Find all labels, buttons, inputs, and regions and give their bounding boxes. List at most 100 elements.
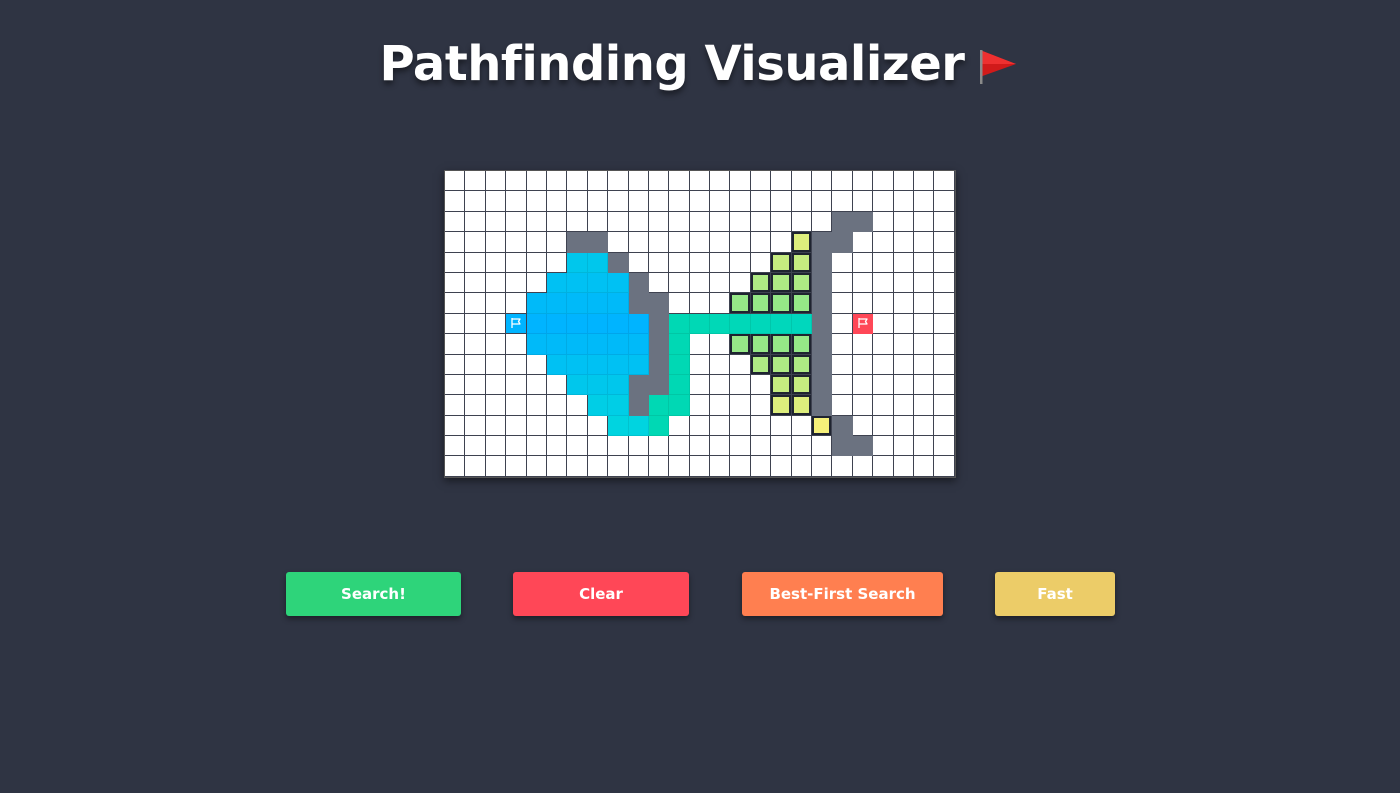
wall-cell[interactable] — [812, 334, 833, 355]
empty-cell[interactable] — [485, 354, 507, 375]
empty-cell[interactable] — [485, 374, 507, 396]
empty-cell[interactable] — [934, 232, 955, 253]
clear-button[interactable]: Clear — [513, 572, 689, 616]
empty-cell[interactable] — [587, 436, 609, 457]
empty-cell[interactable] — [934, 171, 955, 192]
empty-cell[interactable] — [445, 395, 466, 416]
empty-cell[interactable] — [852, 232, 874, 253]
empty-cell[interactable] — [730, 354, 751, 375]
wall-cell[interactable] — [648, 313, 670, 335]
empty-cell[interactable] — [628, 436, 649, 457]
empty-cell[interactable] — [832, 313, 853, 335]
empty-cell[interactable] — [628, 252, 649, 273]
empty-cell[interactable] — [893, 272, 914, 294]
empty-cell[interactable] — [750, 415, 772, 437]
visited-cell[interactable] — [608, 272, 629, 294]
frontier-cell[interactable] — [771, 293, 792, 314]
empty-cell[interactable] — [526, 436, 547, 457]
empty-cell[interactable] — [689, 334, 711, 355]
empty-cell[interactable] — [485, 436, 507, 457]
empty-cell[interactable] — [893, 415, 914, 437]
empty-cell[interactable] — [852, 354, 874, 375]
empty-cell[interactable] — [526, 374, 547, 396]
visited-cell[interactable] — [546, 293, 568, 314]
empty-cell[interactable] — [730, 436, 751, 457]
empty-cell[interactable] — [506, 171, 527, 192]
wall-cell[interactable] — [812, 232, 833, 253]
visited-cell[interactable] — [669, 395, 690, 416]
empty-cell[interactable] — [628, 232, 649, 253]
visited-cell[interactable] — [587, 272, 609, 294]
empty-cell[interactable] — [546, 415, 568, 437]
empty-cell[interactable] — [730, 456, 751, 477]
empty-cell[interactable] — [465, 293, 486, 314]
empty-cell[interactable] — [934, 415, 955, 437]
empty-cell[interactable] — [832, 374, 853, 396]
empty-cell[interactable] — [873, 171, 894, 192]
empty-cell[interactable] — [934, 354, 955, 375]
visited-cell[interactable] — [648, 395, 670, 416]
empty-cell[interactable] — [893, 211, 914, 233]
empty-cell[interactable] — [893, 313, 914, 335]
empty-cell[interactable] — [730, 395, 751, 416]
empty-cell[interactable] — [587, 171, 609, 192]
wall-cell[interactable] — [648, 334, 670, 355]
empty-cell[interactable] — [445, 354, 466, 375]
empty-cell[interactable] — [485, 395, 507, 416]
empty-cell[interactable] — [546, 456, 568, 477]
empty-cell[interactable] — [852, 456, 874, 477]
empty-cell[interactable] — [546, 436, 568, 457]
empty-cell[interactable] — [893, 252, 914, 273]
empty-cell[interactable] — [465, 395, 486, 416]
empty-cell[interactable] — [485, 171, 507, 192]
visited-cell[interactable] — [771, 313, 792, 335]
visited-cell[interactable] — [546, 334, 568, 355]
empty-cell[interactable] — [873, 354, 894, 375]
visited-cell[interactable] — [608, 293, 629, 314]
empty-cell[interactable] — [791, 191, 813, 212]
empty-cell[interactable] — [750, 252, 772, 273]
visited-cell[interactable] — [567, 334, 588, 355]
visited-cell[interactable] — [587, 334, 609, 355]
empty-cell[interactable] — [445, 211, 466, 233]
empty-cell[interactable] — [506, 374, 527, 396]
wall-cell[interactable] — [832, 436, 853, 457]
visited-cell[interactable] — [669, 374, 690, 396]
empty-cell[interactable] — [852, 191, 874, 212]
empty-cell[interactable] — [934, 436, 955, 457]
visited-cell[interactable] — [567, 374, 588, 396]
empty-cell[interactable] — [873, 293, 894, 314]
empty-cell[interactable] — [832, 395, 853, 416]
frontier-cell[interactable] — [791, 293, 813, 314]
empty-cell[interactable] — [913, 436, 935, 457]
empty-cell[interactable] — [546, 374, 568, 396]
empty-cell[interactable] — [710, 354, 731, 375]
empty-cell[interactable] — [934, 456, 955, 477]
wall-cell[interactable] — [628, 395, 649, 416]
empty-cell[interactable] — [791, 211, 813, 233]
empty-cell[interactable] — [893, 191, 914, 212]
empty-cell[interactable] — [689, 415, 711, 437]
empty-cell[interactable] — [506, 395, 527, 416]
empty-cell[interactable] — [710, 334, 731, 355]
empty-cell[interactable] — [648, 171, 670, 192]
empty-cell[interactable] — [913, 272, 935, 294]
empty-cell[interactable] — [567, 191, 588, 212]
empty-cell[interactable] — [893, 232, 914, 253]
empty-cell[interactable] — [873, 456, 894, 477]
empty-cell[interactable] — [465, 191, 486, 212]
empty-cell[interactable] — [689, 252, 711, 273]
empty-cell[interactable] — [608, 211, 629, 233]
empty-cell[interactable] — [628, 456, 649, 477]
empty-cell[interactable] — [750, 191, 772, 212]
wall-cell[interactable] — [648, 293, 670, 314]
empty-cell[interactable] — [710, 211, 731, 233]
empty-cell[interactable] — [465, 252, 486, 273]
empty-cell[interactable] — [873, 334, 894, 355]
visited-cell[interactable] — [567, 354, 588, 375]
empty-cell[interactable] — [506, 354, 527, 375]
empty-cell[interactable] — [445, 232, 466, 253]
empty-cell[interactable] — [934, 313, 955, 335]
end-node[interactable] — [852, 313, 874, 335]
empty-cell[interactable] — [506, 456, 527, 477]
